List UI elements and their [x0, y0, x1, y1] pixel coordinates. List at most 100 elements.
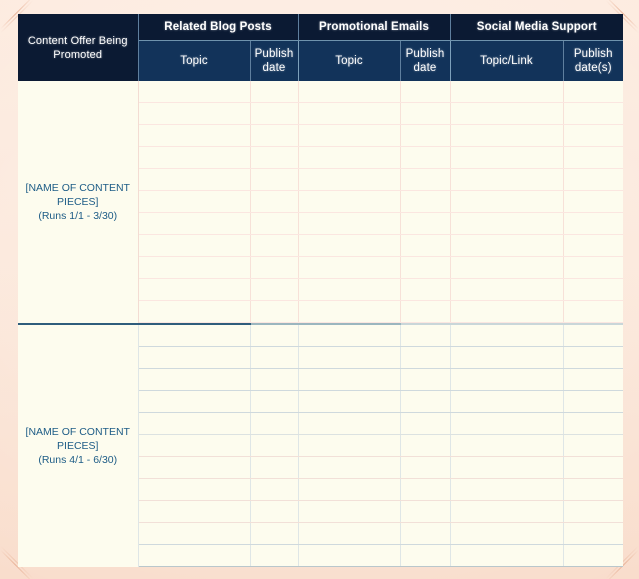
cell-social-date[interactable]	[563, 500, 623, 523]
cell-social-date[interactable]	[563, 412, 623, 435]
cell-email-date[interactable]	[400, 544, 451, 567]
cell-social-date[interactable]	[563, 544, 623, 567]
cell-blog-date[interactable]	[250, 478, 299, 501]
cell-email-date[interactable]	[400, 212, 451, 235]
cell-blog-topic[interactable]	[138, 102, 251, 125]
cell-social-date[interactable]	[563, 212, 623, 235]
cell-email-topic[interactable]	[298, 456, 401, 479]
cell-email-topic[interactable]	[298, 102, 401, 125]
cell-blog-topic[interactable]	[138, 212, 251, 235]
cell-blog-topic[interactable]	[138, 168, 251, 191]
cell-blog-topic[interactable]	[138, 500, 251, 523]
cell-blog-date[interactable]	[250, 434, 299, 457]
cell-blog-topic[interactable]	[138, 478, 251, 501]
cell-email-topic[interactable]	[298, 212, 401, 235]
cell-blog-date[interactable]	[250, 278, 299, 301]
cell-blog-date[interactable]	[250, 190, 299, 213]
cell-social-topic[interactable]	[450, 456, 564, 479]
cell-email-topic[interactable]	[298, 412, 401, 435]
cell-social-date[interactable]	[563, 346, 623, 369]
cell-email-topic[interactable]	[298, 324, 401, 347]
cell-email-date[interactable]	[400, 412, 451, 435]
cell-email-date[interactable]	[400, 434, 451, 457]
cell-blog-topic[interactable]	[138, 256, 251, 279]
cell-social-date[interactable]	[563, 324, 623, 347]
cell-blog-date[interactable]	[250, 146, 299, 169]
cell-social-topic[interactable]	[450, 390, 564, 413]
cell-email-date[interactable]	[400, 102, 451, 125]
cell-email-date[interactable]	[400, 478, 451, 501]
cell-blog-topic[interactable]	[138, 300, 251, 323]
cell-social-date[interactable]	[563, 256, 623, 279]
cell-email-topic[interactable]	[298, 544, 401, 567]
cell-blog-topic[interactable]	[138, 324, 251, 347]
cell-blog-date[interactable]	[250, 234, 299, 257]
cell-social-topic[interactable]	[450, 412, 564, 435]
cell-social-date[interactable]	[563, 168, 623, 191]
cell-social-date[interactable]	[563, 300, 623, 323]
cell-blog-date[interactable]	[250, 368, 299, 391]
cell-blog-date[interactable]	[250, 412, 299, 435]
cell-blog-date[interactable]	[250, 324, 299, 347]
cell-email-date[interactable]	[400, 256, 451, 279]
cell-blog-date[interactable]	[250, 212, 299, 235]
cell-social-date[interactable]	[563, 434, 623, 457]
cell-social-date[interactable]	[563, 278, 623, 301]
cell-blog-date[interactable]	[250, 81, 299, 103]
cell-email-date[interactable]	[400, 368, 451, 391]
cell-social-topic[interactable]	[450, 124, 564, 147]
cell-blog-date[interactable]	[250, 500, 299, 523]
cell-email-topic[interactable]	[298, 278, 401, 301]
cell-social-topic[interactable]	[450, 522, 564, 545]
cell-email-date[interactable]	[400, 390, 451, 413]
cell-email-date[interactable]	[400, 81, 451, 103]
cell-blog-topic[interactable]	[138, 278, 251, 301]
cell-blog-topic[interactable]	[138, 124, 251, 147]
cell-blog-topic[interactable]	[138, 234, 251, 257]
cell-blog-topic[interactable]	[138, 146, 251, 169]
cell-email-topic[interactable]	[298, 256, 401, 279]
cell-email-topic[interactable]	[298, 81, 401, 103]
cell-blog-date[interactable]	[250, 168, 299, 191]
cell-social-topic[interactable]	[450, 102, 564, 125]
cell-social-date[interactable]	[563, 456, 623, 479]
cell-social-topic[interactable]	[450, 324, 564, 347]
cell-social-topic[interactable]	[450, 278, 564, 301]
cell-email-date[interactable]	[400, 500, 451, 523]
cell-social-date[interactable]	[563, 102, 623, 125]
cell-email-date[interactable]	[400, 324, 451, 347]
cell-social-date[interactable]	[563, 478, 623, 501]
cell-email-topic[interactable]	[298, 500, 401, 523]
cell-email-topic[interactable]	[298, 190, 401, 213]
cell-email-topic[interactable]	[298, 390, 401, 413]
cell-social-date[interactable]	[563, 81, 623, 103]
cell-email-date[interactable]	[400, 234, 451, 257]
cell-social-topic[interactable]	[450, 478, 564, 501]
cell-blog-date[interactable]	[250, 522, 299, 545]
cell-blog-topic[interactable]	[138, 368, 251, 391]
cell-social-topic[interactable]	[450, 234, 564, 257]
cell-blog-topic[interactable]	[138, 456, 251, 479]
cell-email-topic[interactable]	[298, 234, 401, 257]
cell-social-date[interactable]	[563, 124, 623, 147]
cell-blog-topic[interactable]	[138, 434, 251, 457]
cell-email-date[interactable]	[400, 168, 451, 191]
cell-email-topic[interactable]	[298, 168, 401, 191]
cell-email-date[interactable]	[400, 124, 451, 147]
cell-blog-topic[interactable]	[138, 190, 251, 213]
cell-email-topic[interactable]	[298, 434, 401, 457]
cell-email-date[interactable]	[400, 300, 451, 323]
cell-social-topic[interactable]	[450, 300, 564, 323]
cell-email-topic[interactable]	[298, 146, 401, 169]
cell-social-topic[interactable]	[450, 500, 564, 523]
cell-blog-date[interactable]	[250, 102, 299, 125]
cell-social-topic[interactable]	[450, 146, 564, 169]
cell-blog-date[interactable]	[250, 544, 299, 567]
cell-blog-topic[interactable]	[138, 544, 251, 567]
cell-social-topic[interactable]	[450, 168, 564, 191]
cell-email-topic[interactable]	[298, 346, 401, 369]
cell-social-date[interactable]	[563, 234, 623, 257]
cell-social-topic[interactable]	[450, 434, 564, 457]
cell-blog-date[interactable]	[250, 300, 299, 323]
cell-blog-date[interactable]	[250, 346, 299, 369]
